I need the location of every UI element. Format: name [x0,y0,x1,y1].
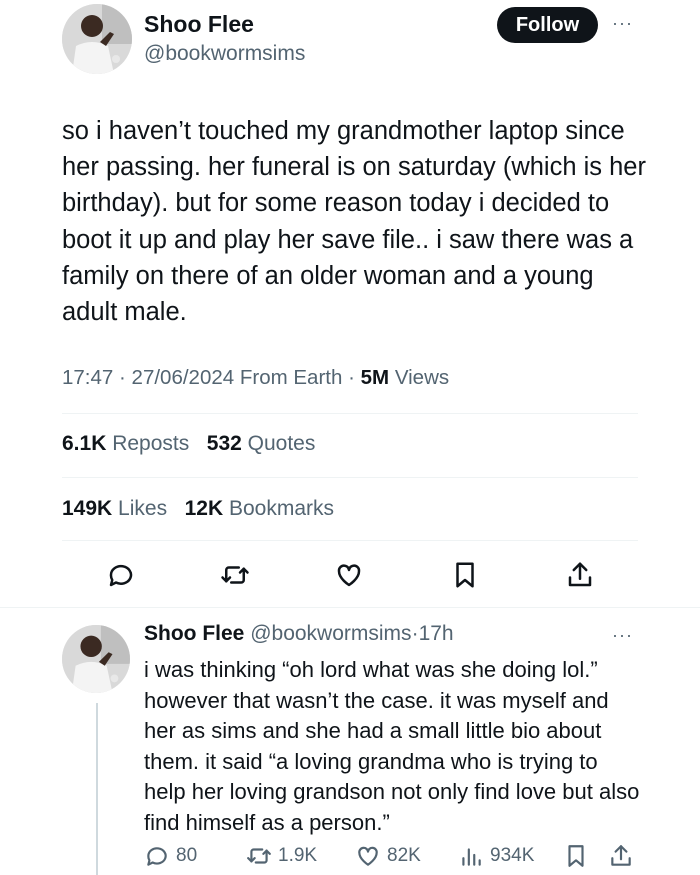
divider [62,540,638,541]
reply-header: Shoo Flee @bookwormsims·17h [144,622,454,645]
repost-icon[interactable] [220,560,250,590]
reply-replies[interactable]: 80 [144,843,197,869]
divider [0,607,700,608]
tweet-source: From Earth [239,366,343,389]
reply-more-options-icon[interactable]: ··· [612,625,633,646]
divider [62,477,638,478]
divider [62,413,638,414]
reposts-link[interactable]: 6.1K Reposts [62,432,189,455]
like-icon [358,846,378,866]
reply-text: i was thinking “oh lord what was she doi… [144,657,640,835]
reply-icon [147,847,167,866]
reply-reposts[interactable]: 1.9K [246,843,317,869]
share-icon [611,845,631,866]
follow-button[interactable]: Follow [497,7,598,43]
author-avatar[interactable] [62,4,132,74]
thread-line [96,703,98,875]
like-bookmark-stats: 149K Likes 12K Bookmarks [62,497,334,521]
views-count: 5M [360,366,390,389]
author-handle[interactable]: @bookwormsims [144,42,305,66]
reply-age[interactable]: 17h [419,622,454,645]
reply-views[interactable]: 934K [458,843,534,869]
tweet-time: 17:47 [62,366,114,389]
reply-likes[interactable]: 82K [355,843,421,869]
reply-icon[interactable] [106,560,136,590]
bookmark-icon[interactable] [450,560,480,590]
reply-author-name[interactable]: Shoo Flee [144,622,244,645]
quotes-link[interactable]: 532 Quotes [207,432,316,455]
bookmark-icon [568,845,584,867]
tweet-meta: 17:47 · 27/06/2024 From Earth · 5M Views [62,366,450,389]
bookmarks-link[interactable]: 12K Bookmarks [185,497,334,520]
repost-quote-stats: 6.1K Reposts 532 Quotes [62,432,315,456]
views-label: Views [394,366,450,389]
repost-icon [247,848,271,864]
more-options-icon[interactable]: ··· [612,13,633,34]
reply-share[interactable] [608,843,634,869]
tweet-date[interactable]: 27/06/2024 [132,366,235,389]
reply-author-handle[interactable]: @bookwormsims [250,622,411,645]
likes-link[interactable]: 149K Likes [62,497,167,520]
tweet-text: so i haven’t touched my grandmother lapt… [62,117,646,327]
share-icon[interactable] [565,560,595,590]
author-name[interactable]: Shoo Flee [144,11,254,38]
reply-author-avatar[interactable] [62,625,130,693]
views-icon [462,848,481,866]
reply-bookmark[interactable] [563,843,589,869]
like-icon[interactable] [334,560,364,590]
